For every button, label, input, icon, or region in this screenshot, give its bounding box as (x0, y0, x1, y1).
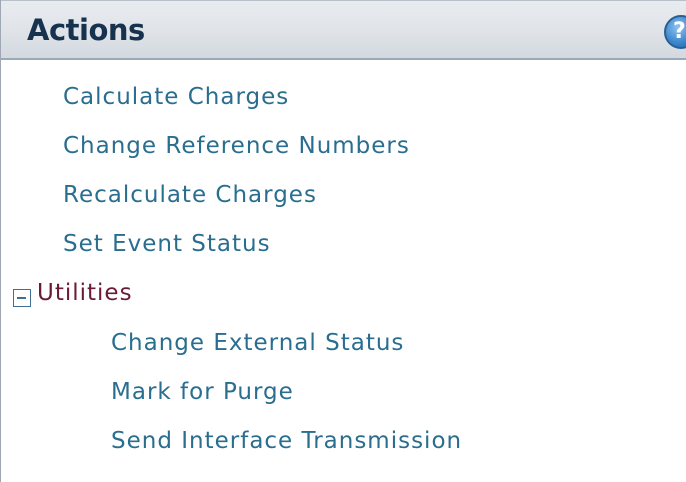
action-set-event-status[interactable]: Set Event Status (63, 231, 271, 257)
panel-title: Actions (27, 13, 145, 47)
action-recalculate-charges[interactable]: Recalculate Charges (63, 182, 317, 208)
help-icon[interactable]: ? (664, 15, 686, 49)
action-calculate-charges[interactable]: Calculate Charges (63, 84, 289, 110)
action-change-external-status[interactable]: Change External Status (111, 330, 404, 356)
action-send-interface-transmission[interactable]: Send Interface Transmission (111, 428, 462, 454)
collapse-minus-icon[interactable] (13, 289, 31, 307)
action-mark-for-purge[interactable]: Mark for Purge (111, 379, 294, 405)
action-change-reference-numbers[interactable]: Change Reference Numbers (63, 133, 410, 159)
panel-header: Actions ? (1, 0, 686, 60)
actions-panel: Actions ? Calculate Charges Change Refer… (0, 0, 686, 482)
group-utilities-label[interactable]: Utilities (37, 280, 133, 306)
